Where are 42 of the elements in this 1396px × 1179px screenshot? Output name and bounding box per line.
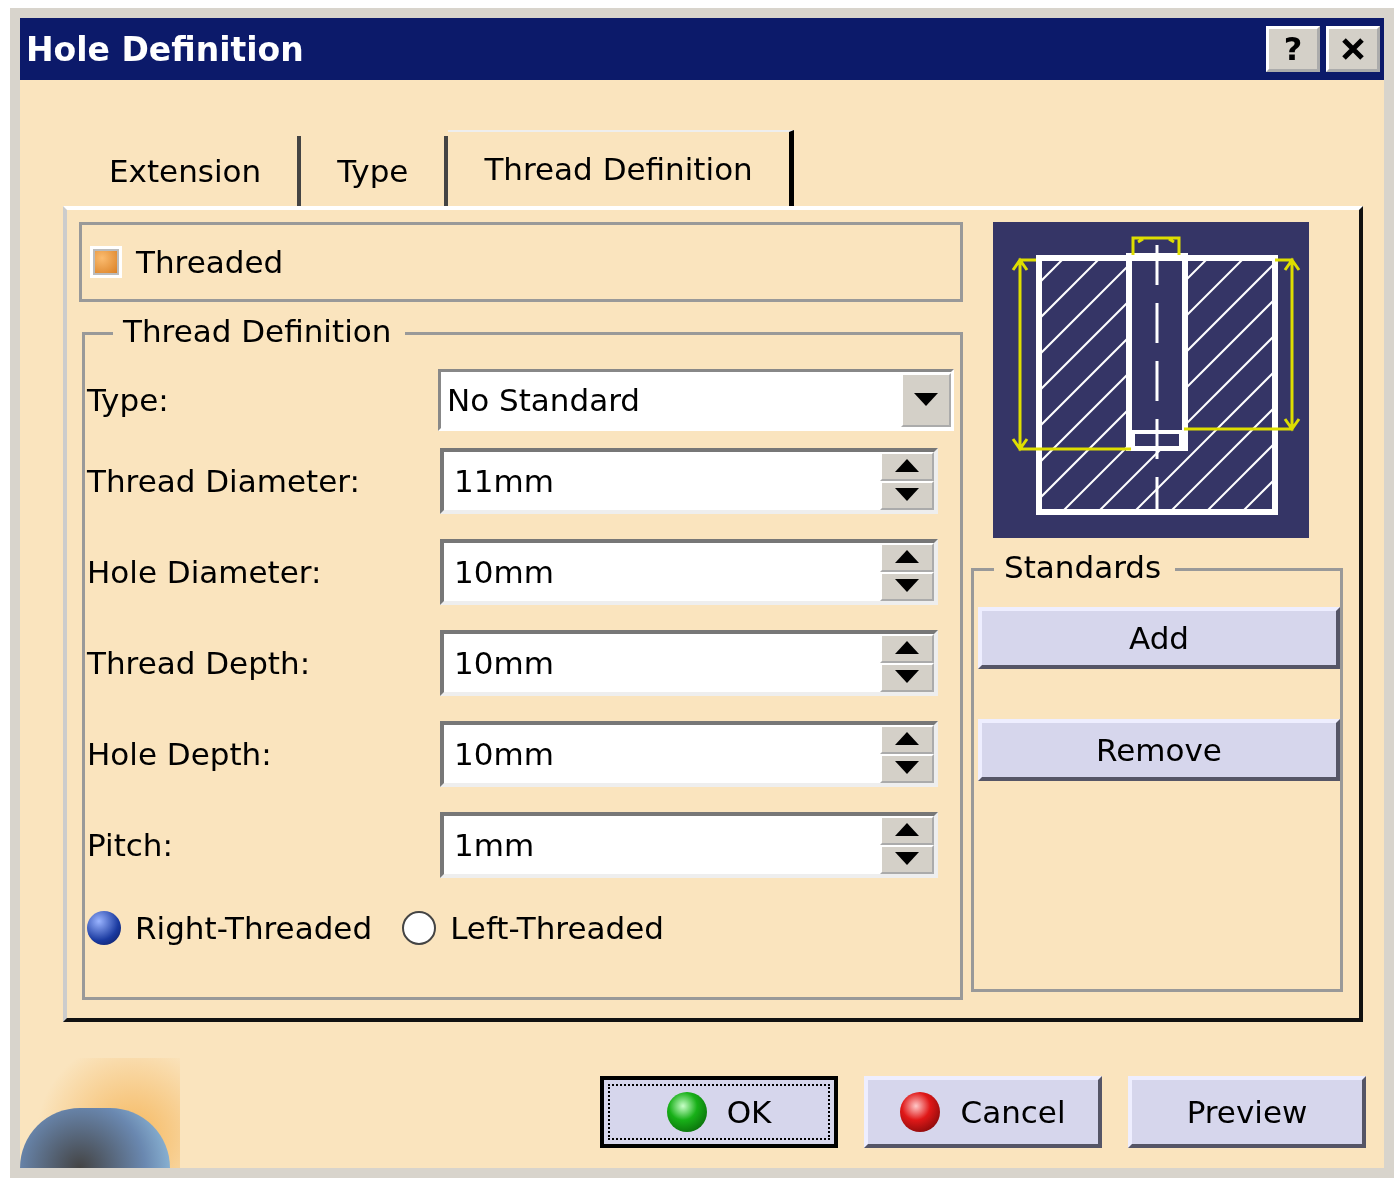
dialog-button[interactable]: Cancel [864, 1076, 1102, 1148]
spin-up-button[interactable] [880, 542, 934, 572]
up-arrow-icon [895, 641, 919, 655]
radio-option[interactable]: Left-Threaded [402, 910, 664, 946]
standards-button[interactable]: Remove [978, 719, 1340, 781]
close-icon [1340, 36, 1366, 62]
spin-down-button[interactable] [880, 844, 934, 874]
field-label: Hole Depth: [87, 735, 272, 772]
down-arrow-icon [895, 761, 919, 775]
ball-icon [900, 1092, 941, 1132]
spin-down-button[interactable] [880, 662, 934, 692]
up-arrow-icon [895, 550, 919, 564]
up-arrow-icon [895, 823, 919, 837]
spin-up-button[interactable] [880, 633, 934, 663]
field-label: Thread Depth: [87, 644, 311, 681]
radio-option[interactable]: Right-Threaded [87, 910, 373, 946]
down-arrow-icon [895, 852, 919, 866]
field-label: Type: [87, 382, 169, 418]
threaded-checkbox[interactable]: Threaded [90, 244, 284, 280]
spin-up-button[interactable] [880, 724, 934, 754]
dialog-button[interactable]: Preview [1128, 1076, 1366, 1148]
spin-up-button[interactable] [880, 451, 934, 481]
up-arrow-icon [895, 459, 919, 473]
spin-down-button[interactable] [880, 753, 934, 783]
spin-down-button[interactable] [880, 571, 934, 601]
down-arrow-icon [895, 488, 919, 502]
tab[interactable]: Thread Definition [448, 130, 794, 206]
window-title: Hole Definition [26, 29, 304, 69]
close-button[interactable] [1326, 26, 1380, 72]
down-arrow-icon [895, 670, 919, 684]
down-arrow-icon [895, 579, 919, 593]
ball-icon [666, 1092, 707, 1132]
standards-button[interactable]: Add [978, 607, 1340, 669]
type-dropdown[interactable]: No Standard [438, 369, 954, 431]
dialog-button[interactable]: OK [600, 1076, 838, 1148]
field-label: Hole Diameter: [87, 553, 322, 590]
up-arrow-icon [895, 732, 919, 746]
field-label: Thread Diameter: [87, 462, 360, 499]
help-button[interactable]: ? [1266, 26, 1320, 72]
spin-down-button[interactable] [880, 480, 934, 510]
spin-up-button[interactable] [880, 815, 934, 845]
field-label: Pitch: [87, 826, 173, 863]
